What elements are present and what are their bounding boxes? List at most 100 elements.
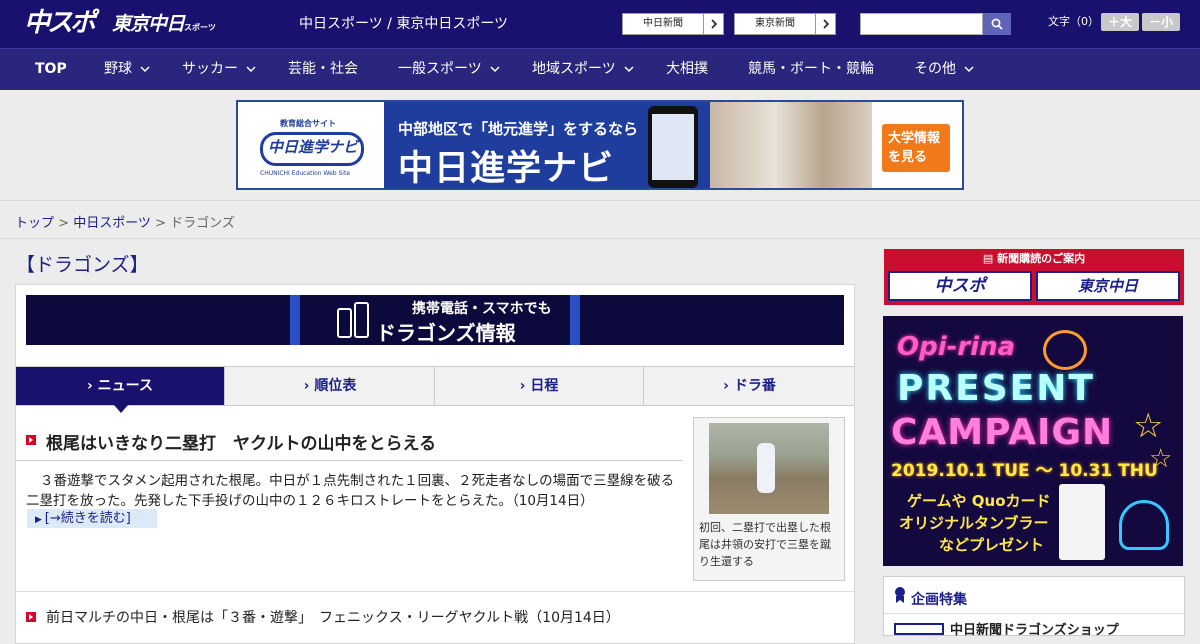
main-nav: TOP 野球 サッカー 芸能・社会 一般スポーツ 地域スポーツ 大相撲 競馬・ボ…: [0, 48, 1200, 90]
nav-baseball[interactable]: 野球: [104, 49, 150, 90]
news-list-item[interactable]: 前日マルチの中日・根尾は「３番・遊撃」 フェニックス・リーグヤクルト戦（10月1…: [46, 607, 620, 627]
photo-caption: 初回、二塁打で出塁した根尾は井領の安打で三塁を蹴り生還する: [699, 521, 831, 568]
chevron-down-icon: [140, 66, 150, 73]
article-lead: ３番遊撃でスタメン起用された根尾。中日が１点先制された１回裏、２死走者なしの場面…: [26, 473, 675, 509]
tab-doraban[interactable]: › ドラ番: [645, 367, 854, 405]
nav-label: その他: [914, 61, 956, 77]
read-more-link[interactable]: ▶ [→続きを読む]: [27, 509, 157, 528]
search-input[interactable]: [860, 13, 983, 35]
ad-line2: 中日進学ナビ: [398, 149, 615, 189]
ad-cta-badge[interactable]: 大学情報を見る: [882, 124, 950, 172]
subscribe-chusupo[interactable]: 中スポ: [888, 271, 1032, 301]
nav-other[interactable]: その他: [914, 49, 974, 90]
phone-icon: [337, 302, 369, 338]
mobile-banner-line1: 携帯電話・スマホでも: [412, 301, 552, 317]
chevron-down-icon: [964, 66, 974, 73]
font-size-label: 文字（0）: [1048, 15, 1099, 28]
nav-label: 野球: [104, 61, 132, 77]
bullet-icon: [26, 612, 36, 622]
ad-phone-screen: [652, 114, 694, 180]
chunichi-shimbun-label: 中日新聞: [643, 18, 683, 29]
tokyo-logo-text: 東京中日: [112, 13, 185, 35]
chusupo-logo[interactable]: 中スポ: [24, 8, 104, 38]
chunichi-shimbun-link[interactable]: 中日新聞: [622, 13, 724, 35]
feature-thumb: [894, 623, 944, 635]
campaign-dates: 2019.10.1 TUE 〜 10.31 THU: [891, 461, 1158, 481]
subscription-title: ▤ 新聞購読のご案内: [884, 251, 1184, 267]
divider: [16, 460, 682, 461]
tab-label: ニュース: [97, 378, 153, 394]
breadcrumb-section-link[interactable]: 中日スポーツ: [73, 216, 151, 231]
nav-sumo[interactable]: 大相撲: [666, 49, 708, 90]
ad-logo-main: 中日進学ナビ: [268, 138, 359, 156]
article-headline[interactable]: 根尾はいきなり二塁打 ヤクルトの山中をとらえる: [46, 429, 436, 454]
nav-label: TOP: [35, 61, 67, 77]
subscription-box: ▤ 新聞購読のご案内 中スポ 東京中日: [884, 249, 1184, 305]
font-smaller-button[interactable]: －小: [1142, 13, 1180, 31]
nav-entertainment[interactable]: 芸能・社会: [288, 49, 358, 90]
tokyo-chunichi-logo[interactable]: 東京中日スポーツ: [112, 12, 216, 36]
font-larger-button[interactable]: ＋大: [1101, 13, 1139, 31]
site-title: 中日スポーツ / 東京中日スポーツ: [299, 16, 509, 32]
nav-soccer[interactable]: サッカー: [182, 49, 256, 90]
ghost-icon: [1119, 500, 1169, 550]
nav-label: 競馬・ボート・競輪: [748, 61, 874, 77]
campaign-line3: などプレゼント: [939, 536, 1045, 554]
campaign-title2: CAMPAIGN: [891, 412, 1114, 453]
photo-player-figure: [757, 443, 775, 493]
tab-news[interactable]: › ニュース: [16, 367, 225, 405]
newspaper-icon: ▤: [982, 252, 998, 265]
feature-item[interactable]: 中日新聞ドラゴンズショップ: [950, 619, 1119, 638]
pumpkin-icon: [1043, 330, 1087, 370]
page-title: 【ドラゴンズ】: [16, 254, 149, 276]
star-icon: ☆: [1133, 406, 1164, 446]
ad-students-photo: [710, 102, 872, 188]
nav-label: サッカー: [182, 61, 238, 77]
breadcrumb: トップ > 中日スポーツ > ドラゴンズ: [15, 212, 235, 231]
nav-label: 芸能・社会: [288, 61, 358, 77]
tokyo-shimbun-label: 東京新聞: [755, 18, 795, 29]
campaign-banner[interactable]: Opi-rina PRESENT CAMPAIGN ☆ ☆ 2019.10.1 …: [883, 316, 1183, 566]
tab-standings[interactable]: › 順位表: [226, 367, 435, 405]
read-more-label: [→続きを読む]: [44, 511, 131, 526]
ad-logo-sub: CHUNICHI Education Web Site: [260, 170, 351, 177]
mobile-dragons-banner[interactable]: 携帯電話・スマホでも ドラゴンズ情報: [26, 295, 844, 345]
subscribe-tokyo-chunichi[interactable]: 東京中日: [1036, 271, 1180, 301]
mobile-banner-inner: 携帯電話・スマホでも ドラゴンズ情報: [290, 295, 580, 345]
active-tab-pointer: [114, 405, 128, 413]
chevron-down-icon: [490, 66, 500, 73]
breadcrumb-sep: >: [54, 216, 74, 231]
main-content: 携帯電話・スマホでも ドラゴンズ情報 › ニュース › 順位表 › 日程 › ド…: [15, 284, 855, 644]
education-ad-banner[interactable]: 教育総合サイト 中日進学ナビ CHUNICHI Education Web Si…: [236, 100, 964, 190]
section-tabs: › ニュース › 順位表 › 日程 › ドラ番: [16, 366, 854, 413]
search-icon: [991, 18, 1003, 30]
chevron-down-icon: [624, 66, 634, 73]
nav-general-sports[interactable]: 一般スポーツ: [398, 49, 500, 90]
tab-schedule[interactable]: › 日程: [435, 367, 644, 405]
ad-logo-small: 教育総合サイト: [280, 119, 336, 128]
chevron-right-icon: [815, 14, 835, 34]
nav-label: 大相撲: [666, 61, 708, 77]
article-photo[interactable]: [709, 423, 829, 514]
ad-logo: 教育総合サイト 中日進学ナビ CHUNICHI Education Web Si…: [238, 102, 384, 188]
chevron-down-icon: [246, 66, 256, 73]
nav-label: 地域スポーツ: [532, 61, 616, 77]
article-photo-box: 初回、二塁打で出塁した根尾は井領の安打で三塁を蹴り生還する: [693, 417, 845, 581]
breadcrumb-current: ドラゴンズ: [170, 216, 235, 231]
campaign-line2: オリジナルタンブラー: [899, 514, 1049, 532]
ribbon-icon: [895, 587, 905, 603]
nav-label: 一般スポーツ: [398, 61, 482, 77]
nav-top[interactable]: TOP: [35, 49, 67, 90]
chevron-right-icon: [703, 14, 723, 34]
divider: [16, 591, 854, 592]
search-button[interactable]: [983, 13, 1011, 35]
tokyo-shimbun-link[interactable]: 東京新聞: [734, 13, 836, 35]
breadcrumb-top-link[interactable]: トップ: [15, 216, 54, 231]
header-bar: 中スポ 東京中日スポーツ 中日スポーツ / 東京中日スポーツ 中日新聞 東京新聞…: [0, 0, 1200, 48]
breadcrumb-bar: トップ > 中日スポーツ > ドラゴンズ: [0, 200, 1200, 239]
feature-title: 企画特集: [911, 592, 967, 608]
ad-line1: 中部地区で「地元進学」をするなら: [398, 120, 639, 138]
play-icon: ▶: [35, 515, 45, 525]
nav-local-sports[interactable]: 地域スポーツ: [532, 49, 634, 90]
nav-racing[interactable]: 競馬・ボート・競輪: [748, 49, 874, 90]
